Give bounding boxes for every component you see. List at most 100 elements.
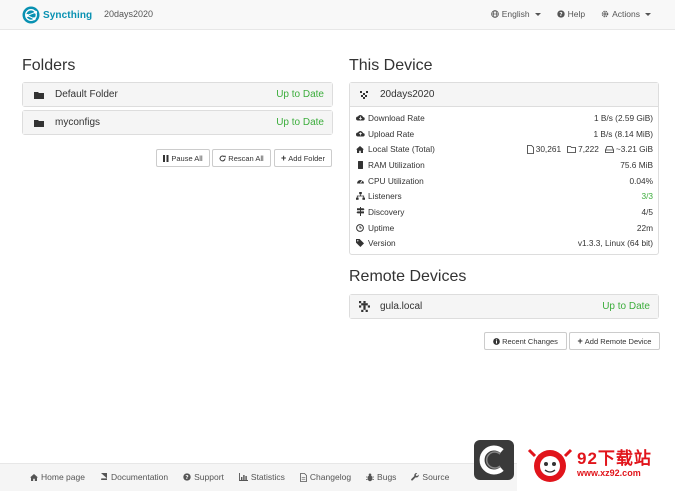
plus-icon: + bbox=[281, 153, 287, 163]
stat-row-version: Version v1.3.3, Linux (64 bit) bbox=[350, 236, 658, 252]
rescan-all-button[interactable]: Rescan All bbox=[212, 149, 271, 167]
footer-link-home-page[interactable]: Home page bbox=[30, 472, 85, 482]
folder-row[interactable]: myconfigs Up to Date bbox=[23, 111, 332, 134]
footer-label: Home page bbox=[41, 472, 85, 482]
navbar: Syncthing 20days2020 English ? Help Acti… bbox=[0, 0, 675, 30]
folder-label: myconfigs bbox=[55, 117, 101, 128]
this-device-title: This Device bbox=[349, 57, 433, 74]
bar-chart-icon bbox=[238, 473, 248, 481]
footer-link-statistics[interactable]: Statistics bbox=[238, 472, 285, 482]
question-icon: ? bbox=[556, 10, 565, 18]
signpost-icon bbox=[355, 207, 365, 217]
hdd-icon bbox=[604, 145, 614, 153]
folders-title: Folders bbox=[22, 57, 76, 74]
clock-icon bbox=[355, 223, 365, 232]
footer-label: Statistics bbox=[250, 472, 285, 482]
footer-label: Changelog bbox=[309, 472, 352, 482]
svg-text:?: ? bbox=[559, 12, 562, 18]
sitemap-icon bbox=[355, 192, 365, 201]
stat-value: 3/3 bbox=[641, 191, 653, 202]
stat-value: 0.04% bbox=[629, 175, 653, 186]
add-remote-device-button[interactable]: + Add Remote Device bbox=[569, 332, 660, 350]
folder-status: Up to Date bbox=[276, 117, 324, 128]
pause-icon bbox=[163, 154, 169, 162]
brand[interactable]: Syncthing bbox=[22, 6, 92, 24]
chevron-down-icon bbox=[645, 12, 651, 16]
pause-all-button[interactable]: Pause All bbox=[156, 149, 210, 167]
file-icon bbox=[526, 144, 534, 154]
remote-devices-title: Remote Devices bbox=[349, 268, 467, 285]
watermark-mascot-icon bbox=[527, 448, 573, 482]
language-label: English bbox=[501, 9, 530, 19]
watermark-url: www.xz92.com bbox=[577, 468, 641, 478]
stat-label: Version bbox=[368, 238, 396, 249]
help-menu[interactable]: ? Help bbox=[556, 9, 586, 19]
add-remote-device-label: Add Remote Device bbox=[584, 336, 652, 346]
device-identicon-icon bbox=[358, 301, 370, 312]
folder-label: Default Folder bbox=[55, 89, 118, 100]
stat-row-download-rate: Download Rate 1 B/s (2.59 GiB) bbox=[350, 110, 658, 126]
home-icon bbox=[30, 473, 38, 481]
footer-label: Documentation bbox=[110, 472, 169, 482]
folder-panel[interactable]: myconfigs Up to Date bbox=[22, 110, 333, 135]
stat-row-local-state: Local State (Total) 30,261 7,222 ~3.21 G… bbox=[350, 141, 658, 157]
stat-label: CPU Utilization bbox=[368, 175, 424, 186]
footer-link-bugs[interactable]: Bugs bbox=[366, 472, 396, 482]
wrench-icon bbox=[411, 473, 420, 481]
folder-icon bbox=[33, 91, 45, 99]
pause-all-label: Pause All bbox=[171, 153, 203, 163]
folder-open-icon bbox=[567, 145, 576, 153]
language-menu[interactable]: English bbox=[490, 9, 541, 19]
stat-value: 22m bbox=[636, 222, 653, 233]
footer-link-documentation[interactable]: Documentation bbox=[100, 472, 168, 482]
rescan-all-label: Rescan All bbox=[228, 153, 264, 163]
home-icon bbox=[355, 145, 365, 153]
folder-status: Up to Date bbox=[276, 89, 324, 100]
actions-menu[interactable]: Actions bbox=[601, 9, 651, 19]
actions-label: Actions bbox=[612, 9, 640, 19]
memory-icon bbox=[355, 160, 365, 169]
folder-panel[interactable]: Default Folder Up to Date bbox=[22, 82, 333, 107]
footer-link-support[interactable]: ? Support bbox=[183, 472, 224, 482]
globe-icon bbox=[490, 10, 499, 18]
this-device-panel[interactable]: 20days2020 Download Rate 1 B/s (2.59 GiB… bbox=[349, 82, 659, 256]
footer-link-changelog[interactable]: Changelog bbox=[300, 472, 351, 482]
stat-row-discovery: Discovery 4/5 bbox=[350, 204, 658, 220]
footer-link-source[interactable]: Source bbox=[411, 472, 449, 482]
syncthing-logo-icon bbox=[22, 6, 40, 24]
folder-icon bbox=[33, 119, 45, 127]
stat-row-cpu: CPU Utilization 0.04% bbox=[350, 173, 658, 189]
recent-changes-label: Recent Changes bbox=[502, 336, 558, 346]
plus-icon: + bbox=[577, 336, 583, 346]
stat-row-ram: RAM Utilization 75.6 MiB bbox=[350, 157, 658, 173]
add-folder-label: Add Folder bbox=[288, 153, 325, 163]
this-device-name: 20days2020 bbox=[380, 89, 435, 100]
folder-row[interactable]: Default Folder Up to Date bbox=[23, 83, 332, 106]
cloud-upload-icon bbox=[355, 130, 365, 137]
remote-device-row[interactable]: gula.local Up to Date bbox=[350, 295, 658, 318]
stat-row-uptime: Uptime 22m bbox=[350, 220, 658, 236]
help-label: Help bbox=[567, 9, 586, 19]
recent-changes-button[interactable]: Recent Changes bbox=[484, 332, 567, 350]
add-folder-button[interactable]: + Add Folder bbox=[274, 149, 332, 167]
this-device-header[interactable]: 20days2020 bbox=[350, 83, 658, 106]
footer-label: Support bbox=[194, 472, 224, 482]
stat-label: Listeners bbox=[368, 191, 402, 202]
stat-label: Local State (Total) bbox=[368, 144, 435, 155]
stat-row-listeners: Listeners 3/3 bbox=[350, 188, 658, 204]
watermark-site-name: 92下载站 bbox=[577, 449, 652, 468]
remote-device-panel[interactable]: gula.local Up to Date bbox=[349, 294, 659, 319]
stat-value: v1.3.3, Linux (64 bit) bbox=[577, 238, 653, 249]
navbar-device-name: 20days2020 bbox=[104, 9, 154, 19]
stat-value: 75.6 MiB bbox=[620, 159, 653, 170]
stat-value: 1 B/s (8.14 MiB) bbox=[593, 128, 653, 139]
footer-label: Bugs bbox=[377, 472, 397, 482]
stat-label: Download Rate bbox=[368, 112, 425, 123]
brand-name: Syncthing bbox=[43, 9, 93, 21]
file-text-icon bbox=[300, 472, 307, 482]
stat-row-upload-rate: Upload Rate 1 B/s (8.14 MiB) bbox=[350, 126, 658, 142]
local-dirs-count: 7,222 bbox=[578, 144, 599, 155]
stat-label: RAM Utilization bbox=[368, 159, 425, 170]
info-icon bbox=[493, 337, 500, 345]
svg-text:?: ? bbox=[186, 475, 189, 481]
